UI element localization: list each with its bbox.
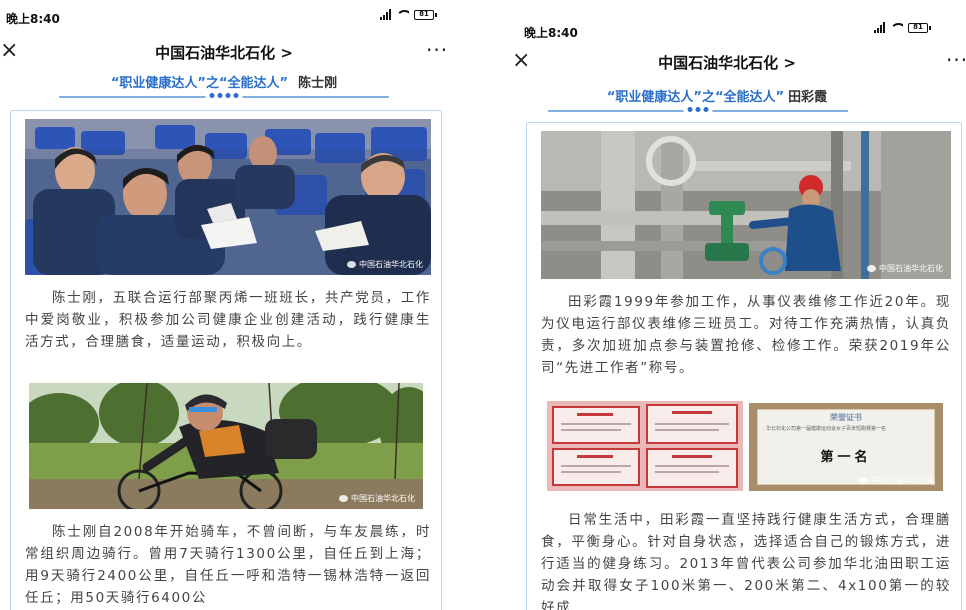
title-person-name: 田彩霞 (788, 90, 828, 105)
status-bar: 晚上8:40 81 (0, 0, 448, 34)
photo-watermark: 中国石油华北石化 (859, 475, 935, 486)
left-phone-screen: 晚上8:40 81 × 中国石油华北石化 > ··· “职业健康达人”之“全能达… (0, 0, 448, 610)
wifi-icon (396, 9, 409, 20)
cycling-photo: 中国石油华北石化 (29, 383, 423, 509)
wifi-icon (890, 22, 903, 33)
plant-maintenance-photo: 中国石油华北石化 (541, 131, 951, 279)
signal-icon (874, 22, 885, 33)
title-quote: “职业健康达人”之“全能达人” (606, 90, 785, 105)
award-certificate-photo: 荣誉证书 华北石化公司第一届健康运动会女子百米短跑赛第一名 第一名 中国石油华北… (749, 403, 943, 491)
plant-image (541, 131, 951, 279)
nav-bar: × 中国石油华北石化 > ··· (508, 44, 966, 80)
wechat-icon (339, 495, 348, 502)
title-dots (205, 93, 243, 98)
certificate-rank: 第一名 (820, 450, 872, 465)
certificate-line: 华北石化公司第一届健康运动会女子百米短跑赛第一名 (766, 426, 887, 432)
title-person-name: 陈士刚 (298, 76, 338, 91)
cyclist-image (29, 383, 423, 509)
article-paragraph-1: 田彩霞1999年参加工作，从事仪表维修工作近20年。现为仪电运行部仪表维修三班员… (541, 294, 951, 376)
article-title: “职业健康达人”之“全能达人” 陈士刚 (0, 72, 448, 91)
title-underline (548, 107, 848, 112)
certificates-photo (547, 401, 743, 491)
title-underline (59, 93, 389, 98)
status-bar: 晚上8:40 81 (508, 0, 966, 40)
wechat-icon (859, 477, 868, 484)
wechat-icon (347, 261, 356, 268)
article-paragraph-2: 日常生活中，田彩霞一直坚持践行健康生活方式，合理膳食，平衡身心。针对自身状态，选… (541, 512, 951, 610)
article-card: 中国石油华北石化 陈士刚，五联合运行部聚丙烯一班班长，共产党员，工作中爱岗敬业，… (10, 110, 442, 610)
photo-watermark: 中国石油华北石化 (867, 263, 943, 274)
article-header: “职业健康达人”之“全能达人” 田彩霞 (508, 86, 966, 112)
status-time: 晚上8:40 (6, 12, 60, 26)
status-time: 晚上8:40 (524, 26, 578, 40)
more-options-button[interactable]: ··· (426, 38, 448, 62)
photo-watermark: 中国石油华北石化 (347, 259, 423, 270)
title-dots (683, 107, 713, 112)
certificate-heading: 荣誉证书 (830, 413, 862, 422)
photo-watermark: 中国石油华北石化 (339, 493, 415, 504)
meeting-image (25, 119, 431, 275)
more-options-button[interactable]: ··· (946, 48, 966, 72)
account-title-link[interactable]: 中国石油华北石化 > (508, 52, 966, 73)
signal-icon (380, 9, 391, 20)
nav-bar: × 中国石油华北石化 > ··· (0, 34, 448, 70)
battery-icon: 81 (908, 22, 931, 33)
status-icons: 81 (874, 22, 931, 33)
wechat-icon (867, 265, 876, 272)
right-phone-screen: 晚上8:40 81 × 中国石油华北石化 > ··· “职业健康达人”之“全能达… (508, 0, 966, 610)
article-card: 中国石油华北石化 田彩霞1999年参加工作，从事仪表维修工作近20年。现为仪电运… (526, 122, 962, 610)
article-title: “职业健康达人”之“全能达人” 田彩霞 (508, 86, 966, 105)
article-paragraph-2: 陈士刚自2008年开始骑车，不曾间断，与车友晨练，时常组织周边骑行。曾用7天骑行… (25, 524, 431, 606)
article-header: “职业健康达人”之“全能达人” 陈士刚 (0, 72, 448, 98)
title-quote: “职业健康达人”之“全能达人” (110, 76, 289, 91)
certificate-sheet: 荣誉证书 华北石化公司第一届健康运动会女子百米短跑赛第一名 第一名 (757, 409, 935, 485)
battery-icon: 81 (414, 9, 437, 20)
account-title-link[interactable]: 中国石油华北石化 > (0, 42, 448, 63)
office-meeting-photo: 中国石油华北石化 (25, 119, 431, 275)
certificates-image (547, 401, 743, 491)
status-icons: 81 (380, 9, 437, 20)
article-paragraph-1: 陈士刚，五联合运行部聚丙烯一班班长，共产党员，工作中爱岗敬业，积极参加公司健康企… (25, 290, 431, 350)
